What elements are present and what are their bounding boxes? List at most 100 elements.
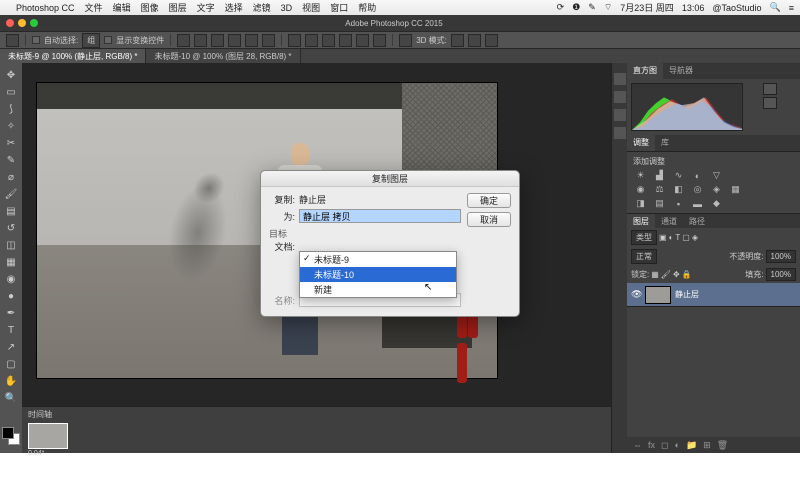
menu-file[interactable]: 文件 [85, 1, 103, 14]
filter-pixel-icon[interactable]: ▣ [659, 233, 667, 242]
tab-navigator[interactable]: 导航器 [663, 63, 699, 79]
dropdown-item[interactable]: 未标题-10 ↖ [300, 267, 456, 282]
histogram-mode-icon[interactable] [763, 97, 777, 109]
vibrance-icon[interactable]: ▽ [709, 170, 724, 181]
panel-icon[interactable] [614, 127, 626, 139]
menu-image[interactable]: 图像 [141, 1, 159, 14]
bw-icon[interactable]: ◧ [671, 184, 686, 195]
menu-edit[interactable]: 编辑 [113, 1, 131, 14]
minimize-window-button[interactable] [18, 19, 26, 27]
align-icon[interactable] [228, 34, 241, 47]
menubar-extra-icon[interactable]: ❶ [572, 2, 580, 13]
balance-icon[interactable]: ⚖ [652, 184, 667, 195]
lock-position-icon[interactable]: ✥ [673, 270, 680, 279]
layer-name-input[interactable]: 静止层 拷贝 [299, 209, 461, 223]
threeD-icon[interactable] [485, 34, 498, 47]
levels-icon[interactable]: ▟ [652, 170, 667, 181]
menu-view[interactable]: 视图 [302, 1, 320, 14]
layer-fx-icon[interactable]: fx [648, 440, 655, 450]
menu-type[interactable]: 文字 [197, 1, 215, 14]
photo-filter-icon[interactable]: ◎ [690, 184, 705, 195]
warning-icon[interactable] [763, 83, 777, 95]
menubar-date[interactable]: 7月23日 周四 [620, 1, 674, 14]
move-tool-icon[interactable]: ✥ [3, 67, 19, 83]
brightness-icon[interactable]: ☀ [633, 170, 648, 181]
curves-icon[interactable]: ∿ [671, 170, 686, 181]
channel-mixer-icon[interactable]: ◈ [709, 184, 724, 195]
notification-icon[interactable]: ≡ [789, 3, 794, 13]
lookup-icon[interactable]: ▦ [728, 184, 743, 195]
link-align-icon[interactable] [399, 34, 412, 47]
menubar-time[interactable]: 13:06 [682, 3, 705, 13]
hand-tool-icon[interactable]: ✋ [3, 373, 19, 389]
panel-icon[interactable] [614, 109, 626, 121]
dropdown-item[interactable]: 新建 [300, 282, 456, 297]
new-layer-icon[interactable]: ⊞ [703, 440, 711, 451]
exposure-icon[interactable]: ◐ [690, 170, 705, 181]
distribute-icon[interactable] [322, 34, 335, 47]
opacity-value[interactable]: 100% [766, 250, 796, 263]
menu-select[interactable]: 选择 [225, 1, 243, 14]
marquee-tool-icon[interactable]: ▭ [3, 84, 19, 100]
selective-color-icon[interactable]: ◆ [709, 198, 724, 209]
cancel-button[interactable]: 取消 [467, 212, 511, 227]
document-tab[interactable]: 未标题-9 @ 100% (静止层, RGB/8) * [0, 49, 146, 63]
color-swatch[interactable] [2, 427, 20, 445]
brush-tool-icon[interactable]: 🖌 [3, 186, 19, 202]
fill-value[interactable]: 100% [766, 268, 796, 281]
lock-pixels-icon[interactable]: 🖌 [661, 270, 671, 279]
app-name[interactable]: Photoshop CC [16, 3, 75, 13]
heal-tool-icon[interactable]: ⌀ [3, 169, 19, 185]
close-window-button[interactable] [6, 19, 14, 27]
filter-adj-icon[interactable]: ◐ [669, 233, 674, 242]
menubar-wifi-icon[interactable]: ⌔ [604, 2, 612, 13]
align-icon[interactable] [262, 34, 275, 47]
align-icon[interactable] [245, 34, 258, 47]
visibility-icon[interactable]: 👁 [631, 289, 641, 300]
menubar-extra-icon[interactable]: ✎ [588, 2, 596, 13]
menu-help[interactable]: 帮助 [358, 1, 376, 14]
timeline-header[interactable]: 时间轴 [28, 409, 605, 421]
tab-paths[interactable]: 路径 [683, 214, 711, 228]
menu-layer[interactable]: 图层 [169, 1, 187, 14]
blur-tool-icon[interactable]: ◉ [3, 271, 19, 287]
gradient-map-icon[interactable]: ▬ [690, 198, 705, 209]
tab-histogram[interactable]: 直方图 [627, 63, 663, 79]
distribute-icon[interactable] [305, 34, 318, 47]
layer-thumbnail[interactable] [645, 286, 671, 304]
tab-adjustments[interactable]: 调整 [627, 135, 655, 151]
delete-layer-icon[interactable]: 🗑 [717, 440, 728, 451]
eyedropper-tool-icon[interactable]: ✎ [3, 152, 19, 168]
menubar-user[interactable]: @TaoStudio [712, 3, 761, 13]
frame-duration[interactable]: 0.04* [28, 450, 605, 457]
lasso-tool-icon[interactable]: ⟆ [3, 101, 19, 117]
filter-smart-icon[interactable]: ◈ [692, 233, 698, 242]
menu-filter[interactable]: 滤镜 [253, 1, 271, 14]
text-tool-icon[interactable]: T [3, 322, 19, 338]
wand-tool-icon[interactable]: ✧ [3, 118, 19, 134]
layer-mask-icon[interactable]: ◻ [661, 440, 668, 451]
group-icon[interactable]: 📁 [686, 440, 697, 451]
threeD-icon[interactable] [468, 34, 481, 47]
move-tool-icon[interactable] [6, 34, 19, 47]
distribute-icon[interactable] [373, 34, 386, 47]
document-tab[interactable]: 未标题-10 @ 100% (图层 28, RGB/8) * [146, 49, 300, 63]
history-brush-icon[interactable]: ↺ [3, 220, 19, 236]
distribute-icon[interactable] [339, 34, 352, 47]
posterize-icon[interactable]: ▤ [652, 198, 667, 209]
panel-icon[interactable] [614, 73, 626, 85]
filter-kind-dropdown[interactable]: 类型 [631, 230, 657, 245]
link-layers-icon[interactable]: ⇔ [633, 440, 642, 450]
adjustment-layer-icon[interactable]: ◐ [675, 440, 680, 450]
invert-icon[interactable]: ◨ [633, 198, 648, 209]
distribute-icon[interactable] [288, 34, 301, 47]
frame-thumbnail[interactable] [28, 423, 68, 449]
zoom-tool-icon[interactable]: 🔍 [3, 390, 19, 406]
tab-channels[interactable]: 通道 [655, 214, 683, 228]
blend-mode-dropdown[interactable]: 正常 [631, 249, 657, 264]
spotlight-icon[interactable]: 🔍 [770, 2, 781, 13]
auto-select-dropdown[interactable]: 组 [82, 33, 100, 48]
menubar-extra-icon[interactable]: ⟳ [557, 2, 565, 13]
eraser-tool-icon[interactable]: ◫ [3, 237, 19, 253]
foreground-color-swatch[interactable] [2, 427, 14, 439]
